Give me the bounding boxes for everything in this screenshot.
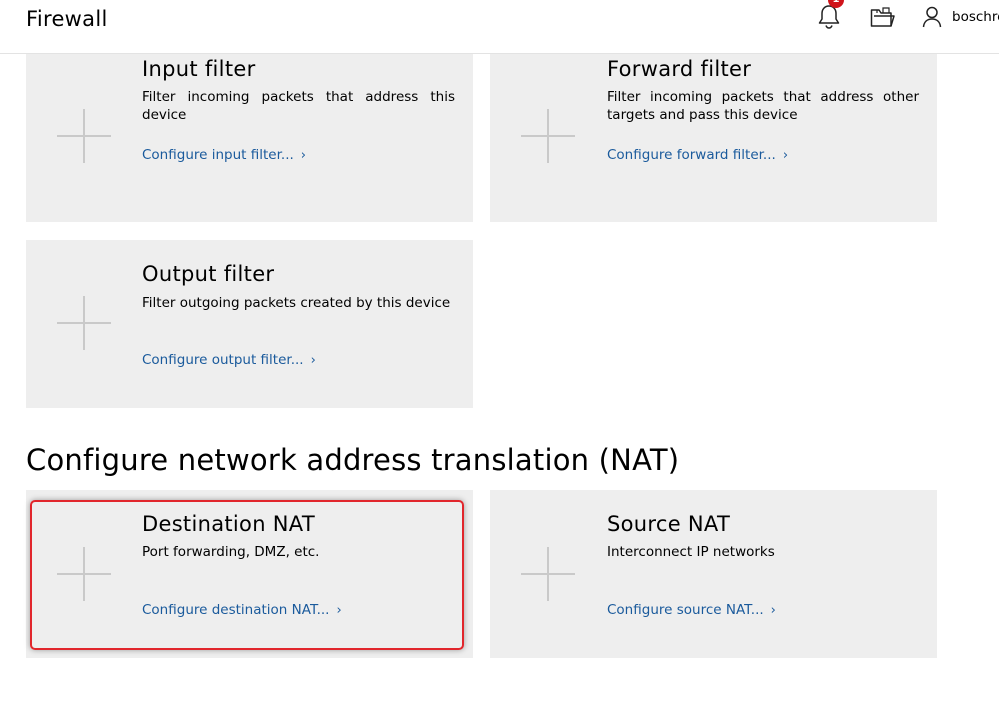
configure-output-filter-link[interactable]: Configure output filter... › — [142, 352, 316, 368]
card-description: Filter incoming packets that address thi… — [142, 89, 455, 123]
plus-icon — [521, 109, 575, 163]
chevron-right-icon: › — [782, 148, 789, 163]
card-description: Interconnect IP networks — [607, 544, 775, 560]
card-title: Destination NAT — [142, 512, 315, 536]
link-label: Configure output filter... — [142, 352, 304, 368]
card-title: Forward filter — [607, 57, 752, 81]
chevron-right-icon: › — [770, 603, 776, 618]
link-label: Configure input filter... — [142, 147, 294, 163]
username[interactable]: boschre — [952, 9, 999, 25]
bell-icon[interactable] — [817, 4, 841, 30]
destination-nat-card: Destination NAT Port forwarding, DMZ, et… — [26, 490, 473, 658]
link-label: Configure destination NAT... — [142, 602, 330, 618]
plus-icon — [57, 109, 111, 163]
folder-open-icon[interactable] — [870, 6, 895, 28]
user-icon[interactable] — [922, 6, 942, 28]
card-title: Output filter — [142, 262, 275, 286]
input-filter-card: Input filter Filter incoming packets tha… — [26, 54, 473, 222]
card-description: Filter incoming packets that address oth… — [607, 89, 919, 123]
configure-destination-nat-link[interactable]: Configure destination NAT... › — [142, 602, 342, 618]
source-nat-card: Source NAT Interconnect IP networks Conf… — [490, 490, 937, 658]
configure-forward-filter-link[interactable]: Configure forward filter... › — [607, 147, 788, 163]
configure-input-filter-link[interactable]: Configure input filter... › — [142, 147, 306, 163]
chevron-right-icon: › — [310, 353, 316, 368]
card-description: Filter outgoing packets created by this … — [142, 295, 451, 311]
top-bar: Firewall 1 boschre — [0, 0, 999, 54]
configure-source-nat-link[interactable]: Configure source NAT... › — [607, 602, 776, 618]
card-title: Source NAT — [607, 512, 731, 536]
chevron-right-icon: › — [336, 603, 342, 618]
card-description: Port forwarding, DMZ, etc. — [142, 544, 320, 560]
plus-icon — [57, 296, 111, 350]
main-content: Input filter Filter incoming packets tha… — [0, 54, 999, 706]
link-label: Configure forward filter... — [607, 147, 776, 163]
output-filter-card: Output filter Filter outgoing packets cr… — [26, 240, 473, 408]
link-label: Configure source NAT... — [607, 602, 764, 618]
plus-icon — [521, 547, 575, 601]
forward-filter-card: Forward filter Filter incoming packets t… — [490, 54, 937, 222]
chevron-right-icon: › — [300, 148, 306, 163]
card-title: Input filter — [142, 57, 256, 81]
plus-icon — [57, 547, 111, 601]
page-title: Firewall — [26, 7, 108, 31]
section-title: Configure network address translation (N… — [26, 443, 680, 477]
